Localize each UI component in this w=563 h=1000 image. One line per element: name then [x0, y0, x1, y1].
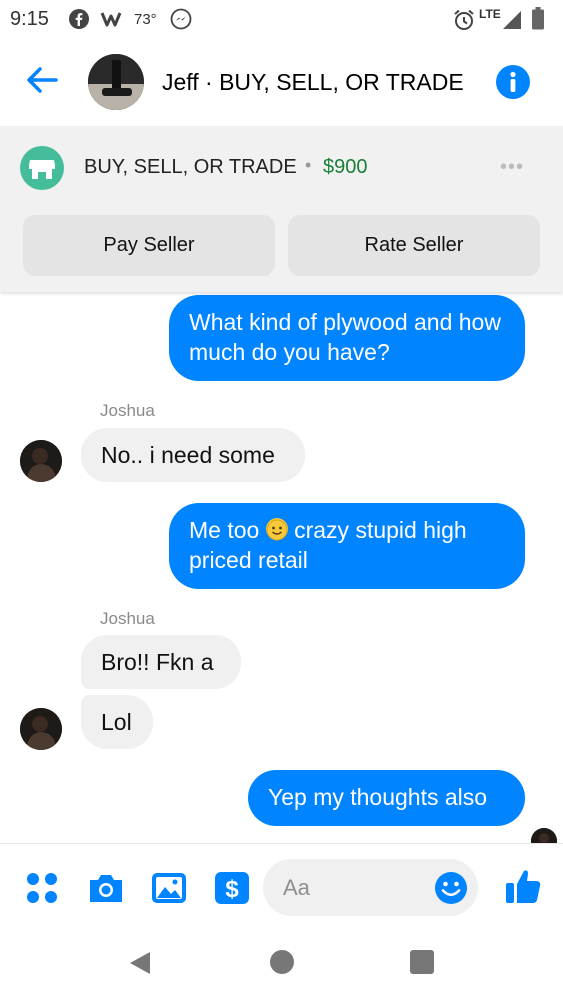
like-icon[interactable] — [503, 866, 543, 906]
rate-seller-button[interactable]: Rate Seller — [288, 215, 540, 276]
sender-avatar[interactable] — [20, 440, 62, 482]
more-options-button[interactable]: ••• — [500, 156, 524, 179]
message-input[interactable]: Aa — [263, 859, 478, 916]
listing-price: $900 — [323, 156, 368, 178]
status-bar: 9:15 73° LTE — [0, 0, 563, 40]
listing-title: BUY, SELL, OR TRADE — [84, 156, 297, 178]
outgoing-message[interactable]: Me too crazy stupid high priced retail — [169, 503, 525, 589]
sender-name: Joshua — [100, 609, 155, 628]
sender-name: Joshua — [100, 401, 155, 420]
camera-icon[interactable] — [86, 868, 126, 908]
conversation-title: Jeff · BUY, SELL, OR TRADE — [162, 69, 464, 95]
sender-avatar[interactable] — [20, 708, 62, 750]
info-icon — [496, 65, 530, 99]
nav-back-icon[interactable] — [128, 950, 152, 981]
nav-recents-icon[interactable] — [410, 950, 434, 974]
incoming-message[interactable]: Bro!! Fkn a — [81, 635, 241, 689]
message-composer: $ Aa — [0, 843, 563, 930]
message-input-placeholder: Aa — [283, 875, 310, 900]
svg-text:$: $ — [225, 876, 239, 903]
status-time: 9:15 — [10, 8, 49, 30]
temperature: 73° — [134, 11, 157, 28]
conversation-header: Jeff · BUY, SELL, OR TRADE — [0, 40, 563, 126]
payment-icon[interactable]: $ — [212, 868, 252, 908]
nav-home-icon[interactable] — [270, 950, 294, 974]
outgoing-message[interactable]: Yep my thoughts also — [248, 770, 525, 826]
alarm-icon — [452, 8, 476, 37]
network-type: LTE — [479, 7, 501, 21]
store-icon — [20, 146, 64, 190]
incoming-message[interactable]: No.. i need some — [81, 428, 305, 482]
incoming-message[interactable]: Lol — [81, 695, 153, 749]
battery-icon — [532, 7, 544, 35]
facebook-icon — [68, 8, 90, 35]
system-navigation-bar — [0, 930, 563, 1000]
info-button[interactable] — [496, 65, 530, 99]
marketplace-listing-panel: BUY, SELL, OR TRADE • $900 ••• Pay Selle… — [0, 126, 563, 292]
outgoing-message[interactable]: What kind of plywood and how much do you… — [169, 295, 525, 381]
seller-avatar[interactable] — [88, 54, 144, 110]
more-icon[interactable] — [22, 868, 62, 908]
read-receipt-avatar — [531, 828, 557, 843]
back-arrow-icon — [27, 67, 58, 93]
message-thread[interactable]: What kind of plywood and how much do you… — [0, 292, 563, 843]
signal-icon — [502, 10, 522, 35]
message-text: Me too — [189, 517, 266, 543]
weather-icon — [100, 10, 128, 33]
emoji-icon[interactable] — [434, 871, 468, 905]
back-button[interactable] — [22, 60, 62, 100]
gallery-icon[interactable] — [149, 868, 189, 908]
smiling-face-emoji-icon — [265, 518, 288, 541]
pay-seller-button[interactable]: Pay Seller — [23, 215, 275, 276]
title-separator: • — [305, 155, 312, 175]
messenger-icon — [170, 8, 192, 35]
